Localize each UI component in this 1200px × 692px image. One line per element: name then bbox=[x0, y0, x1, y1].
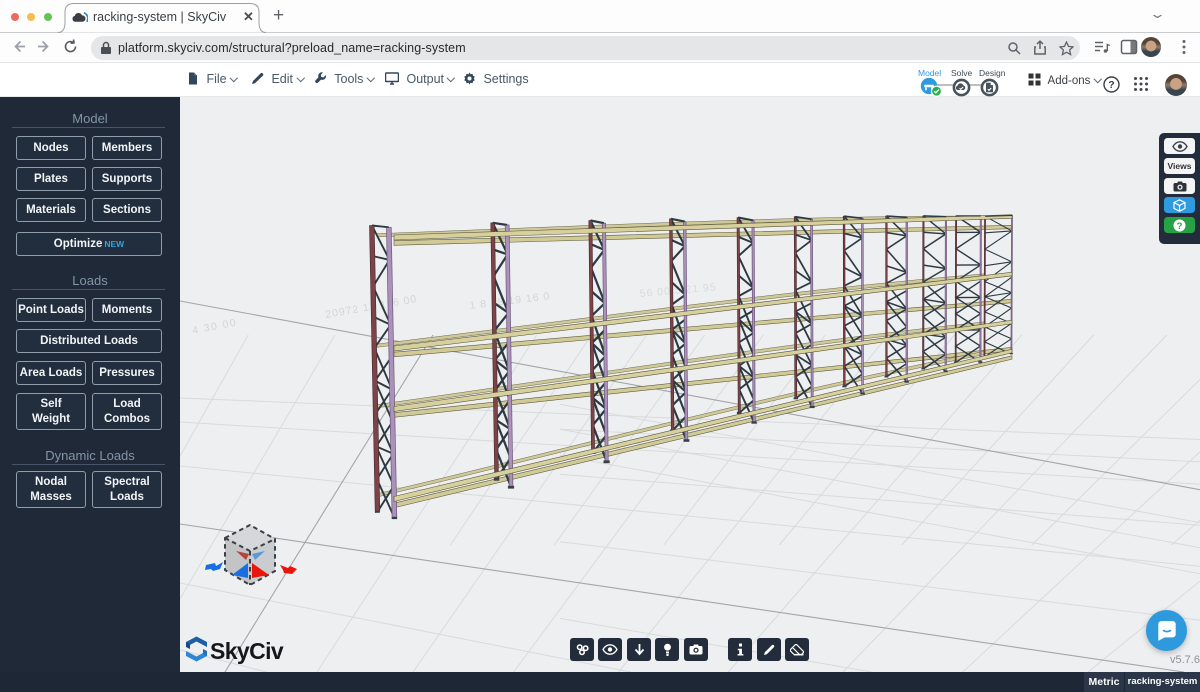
svg-text:?: ? bbox=[1108, 79, 1114, 91]
svg-text:?: ? bbox=[1177, 221, 1183, 232]
